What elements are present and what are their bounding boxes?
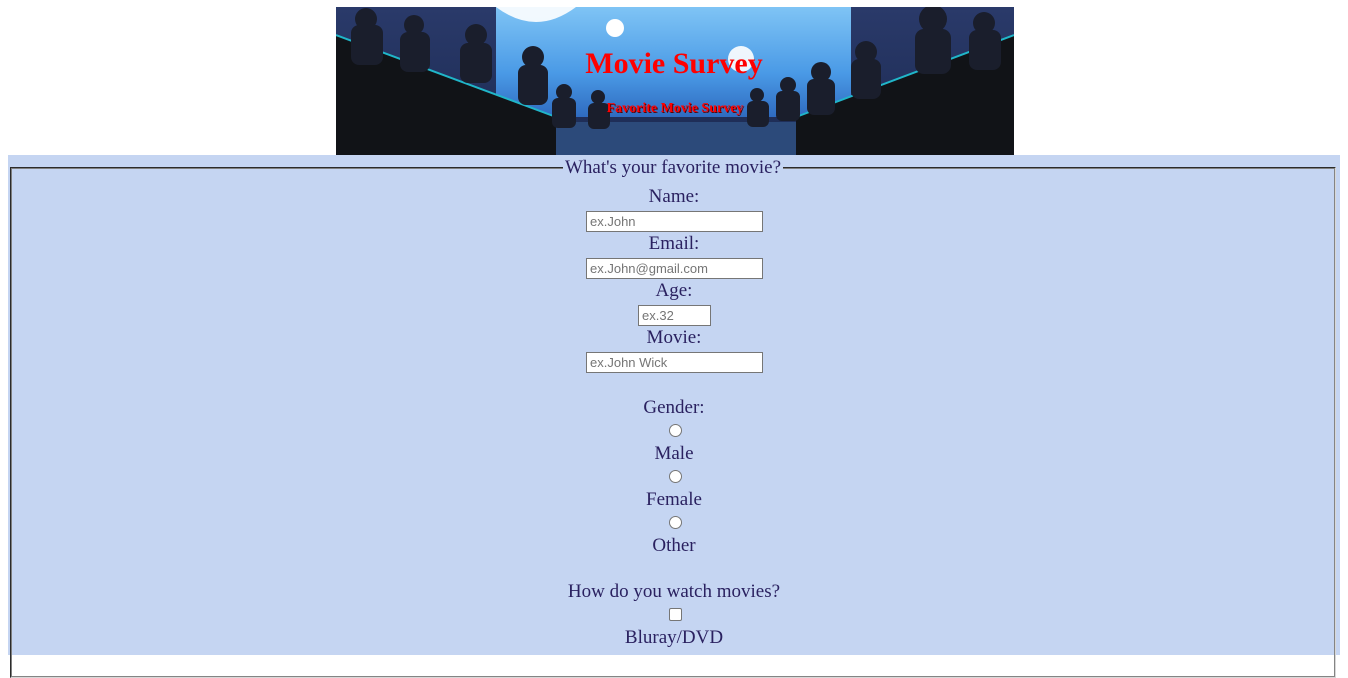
age-input[interactable] xyxy=(638,305,711,326)
gender-male-label: Male xyxy=(654,443,694,464)
cinema-audience-illustration xyxy=(336,7,1014,155)
movie-input[interactable] xyxy=(586,352,763,373)
name-input[interactable] xyxy=(586,211,763,232)
gender-label: Gender: xyxy=(643,397,705,418)
gender-other-radio[interactable] xyxy=(669,516,682,529)
name-label: Name: xyxy=(648,186,700,207)
fieldset-legend: What's your favorite movie? xyxy=(564,157,782,178)
header-banner: Movie Survey Favorite Movie Survey xyxy=(336,7,1014,155)
survey-form-panel: What's your favorite movie? Name: Email:… xyxy=(8,155,1340,678)
movie-label: Movie: xyxy=(646,327,702,348)
gender-other-label: Other xyxy=(652,535,696,556)
age-label: Age: xyxy=(655,280,693,301)
email-label: Email: xyxy=(648,233,700,254)
page-title: Movie Survey xyxy=(585,47,763,80)
bluray-dvd-label: Bluray/DVD xyxy=(624,627,724,648)
gender-female-radio[interactable] xyxy=(669,470,682,483)
watch-method-label: How do you watch movies? xyxy=(567,581,781,602)
email-input[interactable] xyxy=(586,258,763,279)
page-subtitle: Favorite Movie Survey xyxy=(606,101,744,116)
gender-male-radio[interactable] xyxy=(669,424,682,437)
gender-female-label: Female xyxy=(646,489,702,510)
bluray-dvd-checkbox[interactable] xyxy=(669,608,682,621)
